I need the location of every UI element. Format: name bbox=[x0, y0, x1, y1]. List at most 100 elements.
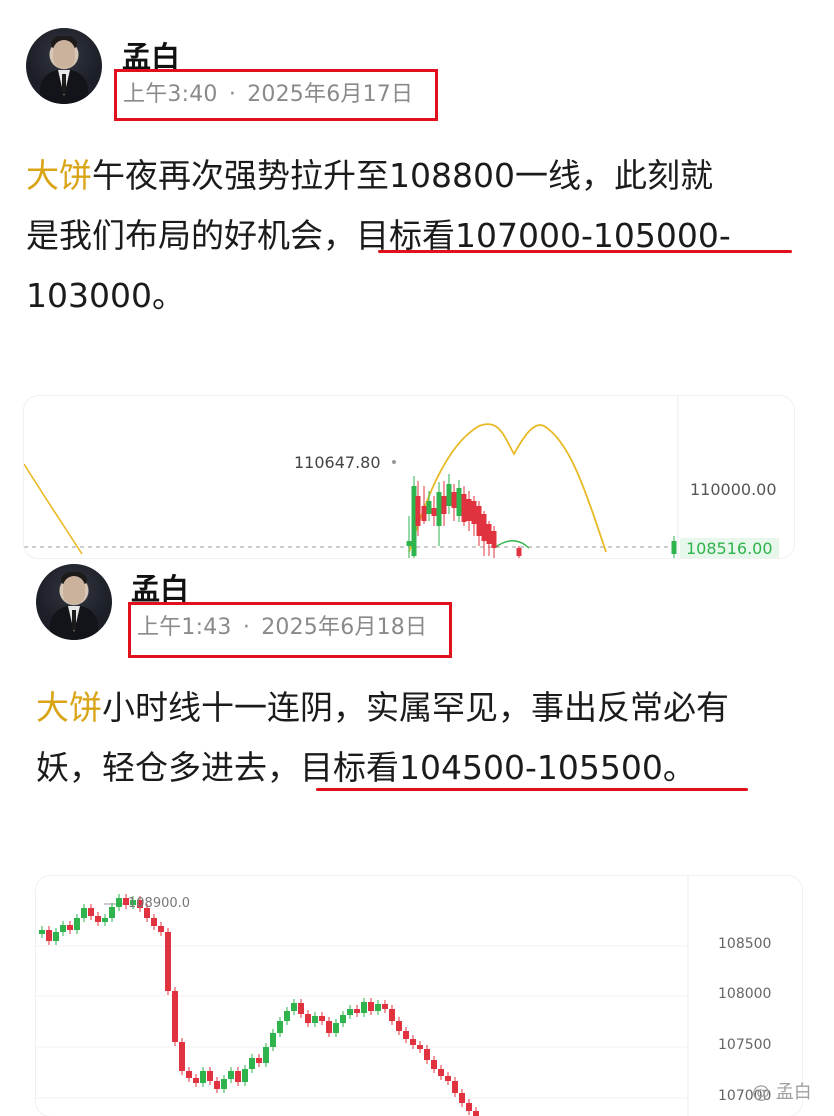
candle bbox=[445, 1076, 451, 1081]
candle bbox=[671, 541, 677, 554]
candle bbox=[235, 1071, 241, 1082]
keyword: 大饼 bbox=[36, 688, 102, 727]
candle bbox=[39, 930, 45, 934]
candle bbox=[319, 1016, 325, 1021]
candle bbox=[270, 1033, 276, 1047]
axis-label: 108500 bbox=[718, 936, 772, 952]
candle bbox=[88, 908, 94, 916]
axis-label: 107500 bbox=[718, 1037, 772, 1053]
post-date: 2025年6月17日 bbox=[247, 82, 414, 107]
candle bbox=[389, 1009, 395, 1021]
axis-label: 110000.00 bbox=[690, 480, 777, 499]
high-marker bbox=[392, 460, 396, 464]
candle bbox=[228, 1071, 234, 1079]
candle bbox=[466, 1103, 472, 1111]
candle bbox=[452, 1081, 458, 1093]
candle bbox=[263, 1047, 269, 1063]
candle bbox=[459, 1093, 465, 1103]
post-1: 孟白 上午3:40 · 2025年6月17日 大饼午夜再次强势拉升至108800… bbox=[0, 0, 834, 560]
candle bbox=[60, 925, 66, 932]
current-price-label: 108516.00 bbox=[680, 538, 779, 558]
target-text: 目标看104500-105500。 bbox=[300, 748, 696, 787]
candle bbox=[333, 1023, 339, 1033]
high-price-label: 108900.0 bbox=[128, 896, 191, 911]
avatar[interactable] bbox=[36, 564, 112, 640]
avatar[interactable] bbox=[26, 28, 102, 104]
candle bbox=[481, 514, 487, 541]
candle bbox=[466, 499, 472, 521]
candle bbox=[382, 1004, 388, 1009]
candle bbox=[284, 1011, 290, 1021]
separator-dot: · bbox=[242, 615, 251, 640]
candle bbox=[312, 1016, 318, 1023]
watermark: @ 孟白 bbox=[752, 1082, 812, 1103]
axis-label: 108000 bbox=[718, 986, 772, 1002]
candle bbox=[305, 1014, 311, 1023]
candle bbox=[431, 508, 437, 516]
candle bbox=[415, 496, 421, 526]
post-body: 大饼小时线十一连阴，实属罕见，事出反常必有 妖，轻仓多进去，目标看104500-… bbox=[36, 688, 729, 787]
candle bbox=[417, 1045, 423, 1049]
candle bbox=[116, 898, 122, 907]
candle bbox=[410, 1039, 416, 1045]
candle bbox=[95, 916, 101, 922]
candle bbox=[375, 1004, 381, 1011]
candle bbox=[436, 492, 442, 526]
post-timestamp: 上午1:43 · 2025年6月18日 bbox=[128, 602, 452, 658]
candle bbox=[291, 1003, 297, 1011]
candle bbox=[207, 1071, 213, 1081]
candle bbox=[200, 1071, 206, 1083]
candle bbox=[172, 991, 178, 1042]
candle bbox=[102, 918, 108, 922]
post-date: 2025年6月18日 bbox=[261, 615, 428, 640]
candle bbox=[81, 908, 87, 918]
post-body: 大饼午夜再次强势拉升至108800一线，此刻就 是我们布局的好机会，目标看107… bbox=[26, 156, 731, 315]
candle bbox=[403, 1031, 409, 1039]
candle bbox=[340, 1015, 346, 1023]
candle bbox=[476, 506, 482, 536]
price-chart-2[interactable]: 108900.0 108500 108000 107500 107000 bbox=[36, 876, 802, 1116]
candle bbox=[486, 524, 492, 544]
price-chart-1[interactable]: 110647.80 110000.00 108516.00 bbox=[24, 396, 794, 558]
candle bbox=[421, 506, 427, 521]
candle bbox=[109, 907, 115, 918]
candle bbox=[186, 1071, 192, 1078]
candle bbox=[179, 1042, 185, 1071]
post-time: 上午1:43 bbox=[137, 615, 232, 640]
candle bbox=[438, 1069, 444, 1076]
candle bbox=[446, 484, 452, 506]
candle bbox=[354, 1009, 360, 1013]
candle bbox=[53, 932, 59, 941]
post-timestamp: 上午3:40 · 2025年6月17日 bbox=[114, 69, 438, 121]
candle bbox=[326, 1021, 332, 1033]
candle bbox=[424, 1049, 430, 1060]
candle bbox=[471, 501, 477, 524]
candle bbox=[249, 1058, 255, 1069]
candle bbox=[426, 501, 432, 514]
separator-dot: · bbox=[228, 82, 237, 107]
moving-average-line bbox=[24, 463, 83, 555]
candle bbox=[491, 531, 497, 548]
candle bbox=[361, 1002, 367, 1013]
candle bbox=[165, 932, 171, 991]
candle bbox=[347, 1009, 353, 1015]
candle bbox=[46, 930, 52, 941]
candle bbox=[242, 1069, 248, 1082]
candle bbox=[461, 494, 467, 522]
candle bbox=[221, 1079, 227, 1089]
candle bbox=[516, 548, 522, 556]
candle bbox=[193, 1078, 199, 1083]
post-time: 上午3:40 bbox=[123, 82, 218, 107]
post-2: 孟白 上午1:43 · 2025年6月18日 大饼小时线十一连阴，实属罕见，事出… bbox=[0, 558, 834, 1116]
candle bbox=[67, 925, 73, 930]
candle bbox=[368, 1002, 374, 1011]
candle bbox=[396, 1021, 402, 1031]
candle bbox=[431, 1060, 437, 1069]
candle bbox=[256, 1058, 262, 1063]
candle bbox=[298, 1003, 304, 1014]
target-underline bbox=[378, 250, 792, 253]
candle bbox=[151, 918, 157, 926]
high-price-label: 110647.80 bbox=[294, 453, 381, 472]
candle bbox=[214, 1081, 220, 1089]
candle bbox=[277, 1021, 283, 1033]
